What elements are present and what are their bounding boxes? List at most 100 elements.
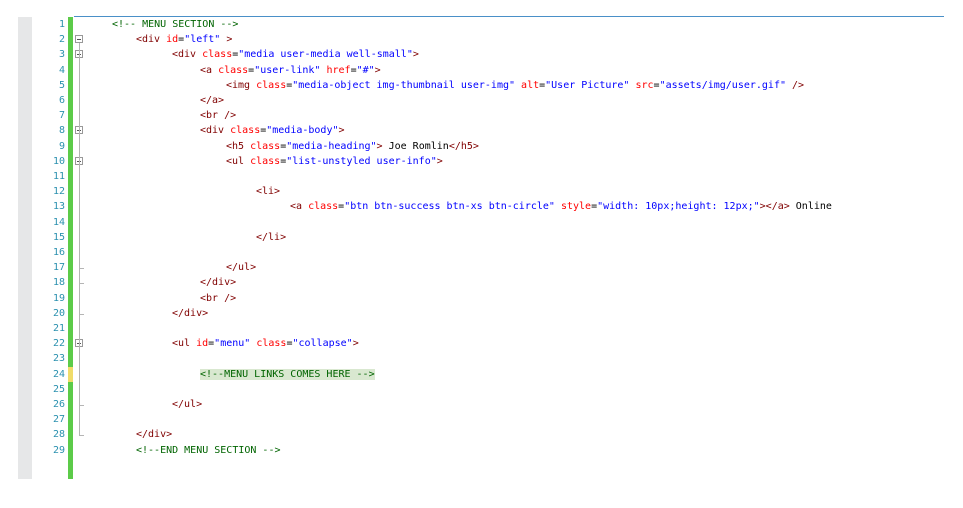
code-line[interactable]: <a class="user-link" href="#">	[200, 63, 381, 78]
code-token-tag: <div	[172, 49, 203, 61]
line-number: 22	[52, 338, 65, 350]
code-line[interactable]: </ul>	[172, 397, 202, 412]
code-line[interactable]: </div>	[200, 275, 236, 290]
code-token-attr: class	[308, 201, 339, 213]
code-line[interactable]: <a class="btn btn-success btn-xs btn-cir…	[290, 199, 832, 214]
line-number-gutter: 1 2 3 4 5 6 7 8 9 10 11 12 13 14 15 16 17 18 19 20 21 22 23 24 2…	[32, 17, 68, 479]
code-token-tag: </div>	[172, 307, 209, 319]
code-token-tag: <div	[200, 125, 231, 137]
code-token-tag: </h5>	[448, 140, 479, 152]
code-token-tag: <h5	[226, 140, 251, 152]
code-token-attr: id	[196, 338, 209, 350]
line-number: 26	[52, 399, 65, 410]
code-area[interactable]: <!-- MENU SECTION --> <div id="left" > <di…	[92, 17, 952, 479]
line-number: 10	[52, 155, 65, 167]
code-token-attr: class	[230, 125, 261, 137]
outlining-margin	[75, 17, 87, 479]
code-token-comment: <!-- MENU SECTION -->	[112, 19, 239, 30]
code-editor[interactable]: 1 2 3 4 5 6 7 8 9 10 11 12 13 14 15 16 17 18 19 20 21 22 23 24 2…	[0, 0, 963, 508]
code-line[interactable]: <h5 class="media-heading"> Joe Romlin</h…	[226, 139, 479, 154]
code-token-attr: src	[635, 79, 654, 91]
code-token-val: "user-link"	[254, 64, 321, 76]
outline-guide-end	[79, 268, 84, 270]
line-number: 2	[58, 34, 65, 46]
outline-guide-line	[79, 347, 80, 405]
code-token-tag: </div>	[200, 277, 237, 289]
code-line[interactable]: <ul class="list-unstyled user-info">	[226, 154, 443, 169]
code-token-tag: >	[374, 64, 381, 76]
code-token-attr: href	[326, 64, 351, 76]
code-line[interactable]: <!-- MENU SECTION -->	[112, 17, 238, 32]
code-token-text: Joe Romlin	[382, 140, 449, 152]
line-number: 19	[52, 292, 65, 304]
code-line[interactable]: <div id="left" >	[136, 32, 232, 47]
code-token-val: "media-object img-thumbnail user-img"	[292, 79, 516, 91]
line-number: 24	[52, 368, 65, 380]
line-number: 17	[52, 262, 65, 274]
code-token-attr: class	[250, 155, 281, 167]
code-token-tag: <ul	[226, 155, 251, 167]
code-line[interactable]: <li>	[256, 184, 280, 199]
outline-guide-end	[79, 283, 84, 285]
code-line[interactable]: <img class="media-object img-thumbnail u…	[226, 78, 804, 93]
code-token-tag: >	[338, 125, 345, 137]
code-token-val: "left"	[184, 34, 221, 46]
code-line[interactable]: <!--END MENU SECTION -->	[136, 443, 281, 458]
change-tracking-bar	[68, 17, 73, 479]
editor-margin-strip	[18, 17, 32, 479]
code-token-val: "media user-media well-small"	[238, 49, 413, 61]
code-line[interactable]: <br />	[200, 291, 236, 306]
code-token-comment: <!--END MENU SECTION -->	[136, 444, 281, 456]
code-token-tag: </ul>	[172, 399, 203, 410]
code-line[interactable]: <ul id="menu" class="collapse">	[172, 336, 359, 351]
code-token-tag: </div>	[136, 429, 173, 441]
code-token-val: "media-body"	[266, 125, 339, 137]
code-token-val: "#"	[356, 64, 375, 76]
code-line[interactable]: </ul>	[226, 260, 256, 275]
line-number: 13	[52, 201, 65, 213]
line-number: 6	[58, 95, 65, 106]
code-token-val: "media-heading"	[286, 140, 377, 152]
code-token-tag: <br />	[200, 110, 237, 122]
line-number: 3	[58, 49, 65, 61]
line-number: 7	[58, 110, 65, 122]
code-token-tag: <br />	[200, 292, 237, 304]
line-number: 23	[52, 353, 65, 365]
code-token-attr: class	[256, 338, 287, 350]
collapse-toggle-icon[interactable]	[75, 35, 83, 44]
line-number: 16	[52, 247, 65, 258]
line-number: 8	[58, 125, 65, 137]
code-token-tag: <ul	[172, 338, 197, 350]
outline-guide-end	[79, 405, 84, 406]
code-token-attr: class	[202, 49, 233, 61]
code-token-val: "btn btn-success btn-xs btn-circle"	[344, 201, 555, 213]
line-number: 27	[52, 414, 65, 426]
code-token-tag: />	[786, 79, 805, 91]
outline-guide-end	[79, 313, 84, 315]
code-line[interactable]: <br />	[200, 108, 236, 123]
code-token-val: "menu"	[214, 338, 251, 350]
code-token-val: "assets/img/user.gif"	[659, 79, 786, 91]
code-token-attr: class	[218, 64, 249, 76]
code-token-text: Online	[789, 201, 832, 213]
outline-guide-end	[79, 435, 84, 437]
code-token-val: "list-unstyled user-info"	[286, 155, 437, 167]
line-number: 18	[52, 277, 65, 289]
code-token-tag: ></a>	[759, 201, 790, 213]
code-line[interactable]: <!--MENU LINKS COMES HERE -->	[200, 367, 375, 382]
modified-line-marker	[68, 366, 73, 382]
code-line[interactable]: </div>	[136, 427, 172, 442]
code-token-val: "width: 10px;height: 12px;"	[597, 201, 760, 213]
code-line[interactable]: </div>	[172, 306, 208, 321]
line-number: 25	[52, 383, 65, 395]
code-line[interactable]: <div class="media-body">	[200, 123, 345, 138]
code-line[interactable]: <div class="media user-media well-small"…	[172, 47, 419, 62]
code-token-tag: >	[436, 155, 443, 167]
line-number: 5	[58, 79, 65, 91]
code-line[interactable]: </a>	[200, 93, 224, 108]
code-token-tag: </a>	[200, 95, 225, 106]
line-number: 4	[58, 64, 65, 76]
code-token-tag: >	[352, 338, 359, 350]
code-line[interactable]: </li>	[256, 230, 286, 245]
code-token-attr: id	[166, 34, 179, 46]
